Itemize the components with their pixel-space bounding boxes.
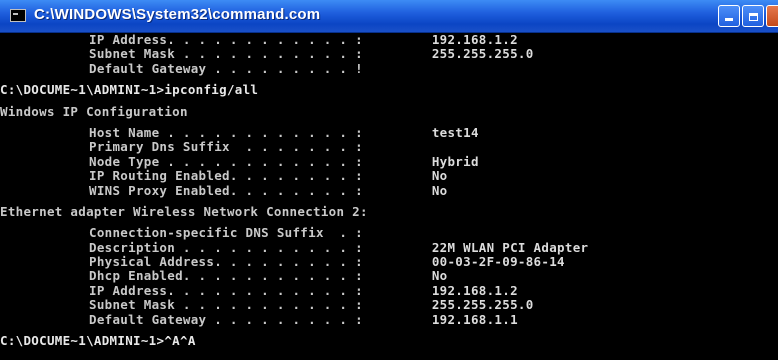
console-line: Subnet Mask . . . . . . . . . . . : 255.… <box>89 46 534 62</box>
console-line: WINS Proxy Enabled. . . . . . . . : No <box>89 182 448 198</box>
section-heading: Windows IP Configuration <box>0 103 188 119</box>
window-controls <box>718 5 778 27</box>
final-prompt: C:\DOCUME~1\ADMINI~1>^A^A <box>0 333 196 349</box>
minimize-icon <box>725 18 733 21</box>
console-line: IP Address. . . . . . . . . . . . : 192.… <box>89 32 518 47</box>
console-line: IP Address. . . . . . . . . . . . : 192.… <box>89 282 518 298</box>
command-line: C:\DOCUME~1\ADMINI~1>ipconfig/all <box>0 82 259 98</box>
console-line: Description . . . . . . . . . . . : 22M … <box>89 239 589 255</box>
minimize-button[interactable] <box>718 5 740 27</box>
console-line: Connection-specific DNS Suffix . : <box>89 225 363 241</box>
close-button[interactable] <box>766 5 778 27</box>
console-line: Host Name . . . . . . . . . . . . : test… <box>89 124 479 140</box>
console-line: IP Routing Enabled. . . . . . . . : No <box>89 168 448 184</box>
console-line: Subnet Mask . . . . . . . . . . . : 255.… <box>89 297 534 313</box>
command-prompt-icon <box>10 9 26 22</box>
console-line: Node Type . . . . . . . . . . . . : Hybr… <box>89 153 479 169</box>
console-line: Default Gateway . . . . . . . . . ! <box>89 60 363 76</box>
console-line: Dhcp Enabled. . . . . . . . . . . : No <box>89 268 448 284</box>
command-window: C:\WINDOWS\System32\command.com IP Addre… <box>0 0 778 360</box>
window-title: C:\WINDOWS\System32\command.com <box>34 6 321 23</box>
console-line: Primary Dns Suffix . . . . . . . : <box>89 139 363 155</box>
console-line: Physical Address. . . . . . . . . : 00-0… <box>89 254 565 270</box>
maximize-icon <box>748 13 758 21</box>
console-line: Default Gateway . . . . . . . . . : 192.… <box>89 311 518 327</box>
title-bar[interactable]: C:\WINDOWS\System32\command.com <box>0 0 778 33</box>
maximize-button[interactable] <box>742 5 764 27</box>
section-heading: Ethernet adapter Wireless Network Connec… <box>0 203 368 219</box>
console-output[interactable]: IP Address. . . . . . . . . . . . : 192.… <box>0 32 778 360</box>
